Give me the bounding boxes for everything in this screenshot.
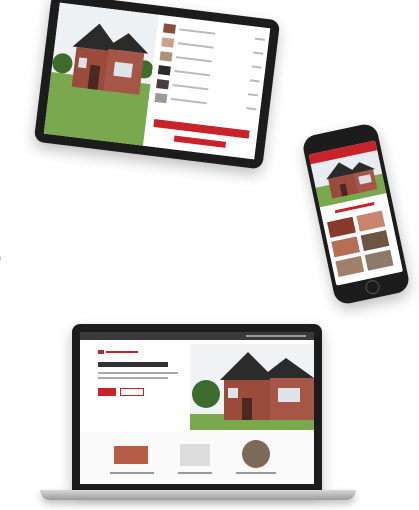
phone-section-heading <box>334 202 375 214</box>
hero-house-image <box>190 344 314 430</box>
phone-screen <box>308 140 403 286</box>
laptop-device <box>72 324 322 490</box>
feature-caption <box>178 472 212 474</box>
swatch-chip <box>157 65 171 76</box>
swatch-chip <box>154 92 168 104</box>
tablet-options-panel <box>143 14 271 160</box>
hero-primary-button[interactable] <box>98 388 116 396</box>
feature-image[interactable] <box>114 446 148 464</box>
material-tile[interactable] <box>364 249 394 271</box>
hero-subtext <box>98 372 178 374</box>
material-tile[interactable] <box>356 210 386 232</box>
tablet-cta-button[interactable] <box>153 118 250 139</box>
brand-logo[interactable] <box>98 350 138 354</box>
swatch-chip <box>159 51 173 62</box>
feature-caption <box>110 472 154 474</box>
swatch-chip <box>161 37 175 48</box>
material-tile[interactable] <box>335 255 365 277</box>
nav-links[interactable] <box>246 335 306 337</box>
feature-image[interactable] <box>242 440 270 468</box>
phone-home-button[interactable] <box>364 278 381 296</box>
laptop-screen <box>80 332 314 484</box>
phone-material-grid <box>319 193 403 286</box>
laptop-base <box>40 490 356 500</box>
tablet-house-preview[interactable] <box>43 2 160 146</box>
feature-section <box>80 432 314 484</box>
material-tile[interactable] <box>331 236 360 258</box>
edge-glyph: ) <box>0 244 2 272</box>
tablet-device <box>33 0 281 170</box>
tablet-screen <box>43 2 271 160</box>
hero-subtext <box>98 377 168 379</box>
material-tile[interactable] <box>360 230 390 252</box>
house-illustration <box>43 23 154 146</box>
swatch-chip <box>162 23 176 34</box>
phone-device <box>300 121 412 307</box>
laptop-nav-bar <box>80 332 314 340</box>
feature-caption <box>236 472 276 474</box>
swatch-chip <box>156 79 170 90</box>
feature-image[interactable] <box>180 444 210 466</box>
material-tile[interactable] <box>327 216 356 238</box>
hero-headline <box>98 362 168 367</box>
hero-secondary-button[interactable] <box>120 388 144 396</box>
tablet-secondary-button[interactable] <box>173 135 227 148</box>
